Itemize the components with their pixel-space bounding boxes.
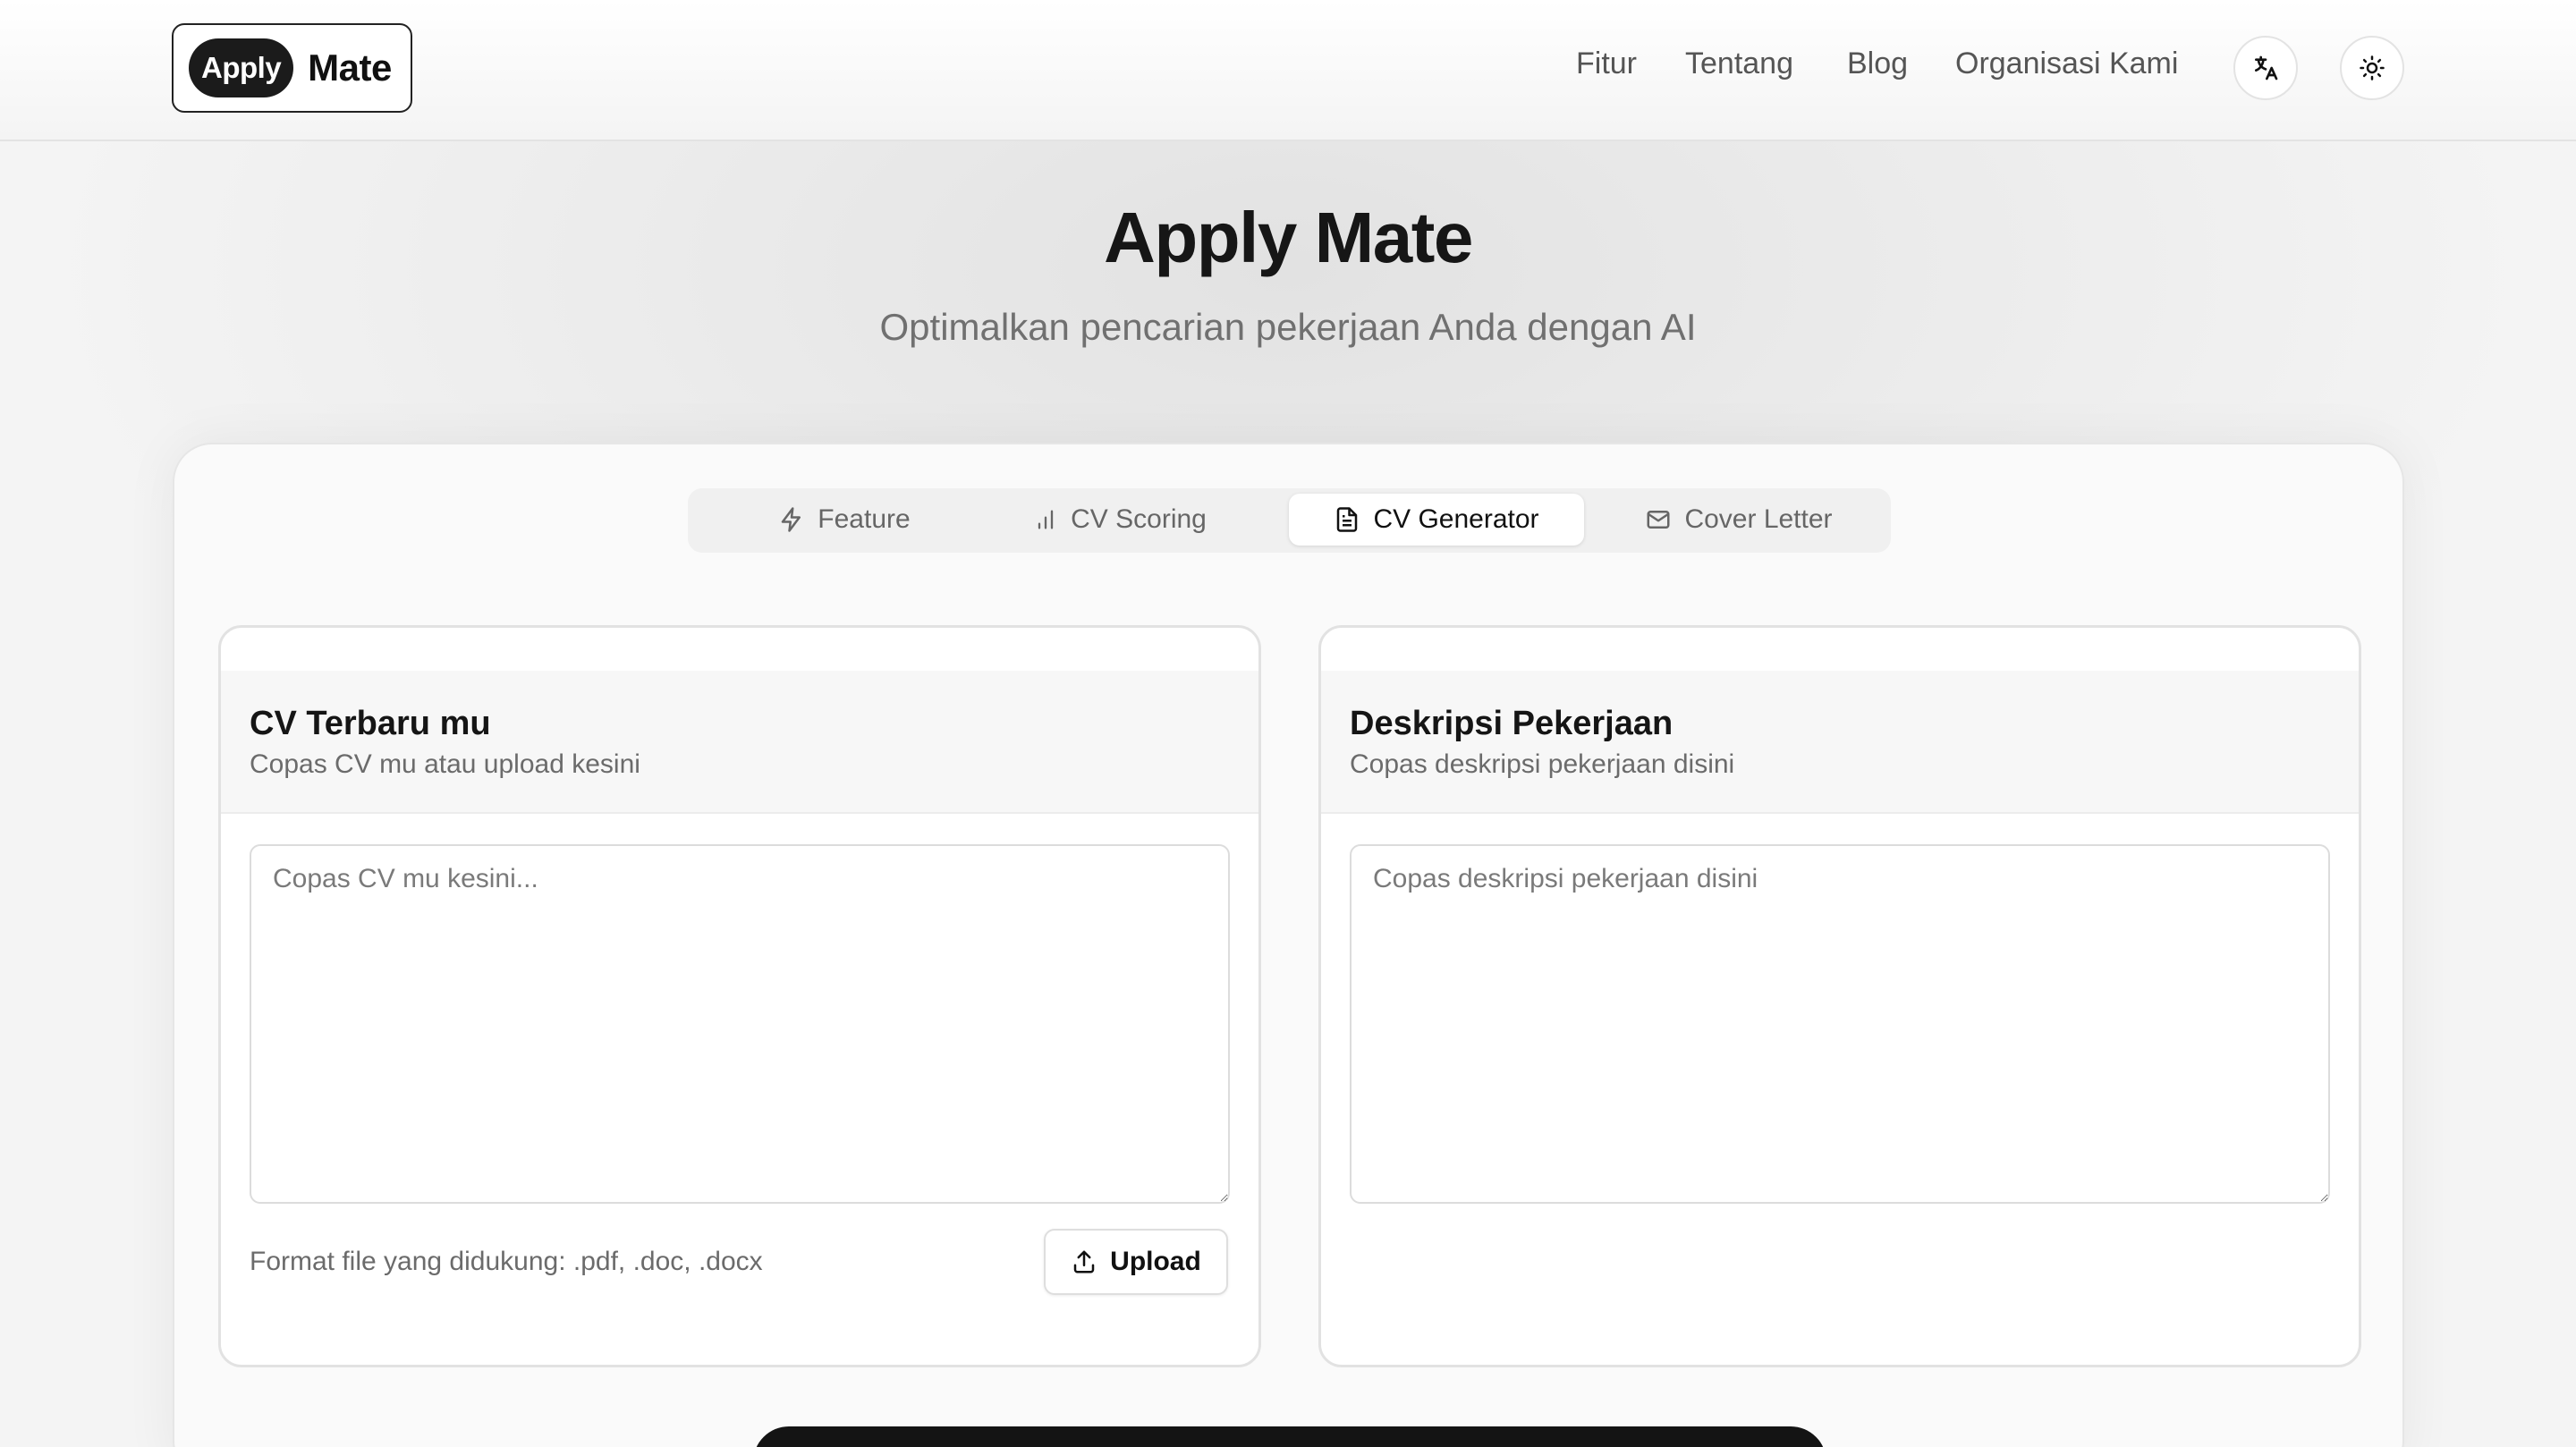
tab-label: Feature (818, 504, 911, 534)
tab-label: CV Generator (1373, 504, 1539, 534)
language-toggle-button[interactable] (2233, 36, 2298, 100)
tab-cv-generator[interactable]: CV Generator (1289, 494, 1584, 546)
logo-word: Mate (308, 47, 392, 89)
job-description-textarea[interactable] (1350, 844, 2330, 1204)
supported-formats-note: Format file yang didukung: .pdf, .doc, .… (250, 1247, 763, 1276)
upload-icon (1071, 1248, 1097, 1275)
cv-panel-description: Copas CV mu atau upload kesini (250, 749, 640, 779)
upload-label: Upload (1110, 1247, 1201, 1276)
document-icon (1334, 506, 1360, 533)
job-description-panel: Deskripsi Pekerjaan Copas deskripsi peke… (1318, 625, 2361, 1367)
nav-link-blog[interactable]: Blog (1847, 47, 1908, 81)
tab-bar: Feature CV Scoring CV Generator Cover Le… (688, 488, 1891, 553)
cv-panel: CV Terbaru mu Copas CV mu atau upload ke… (218, 625, 1261, 1367)
nav-link-tentang[interactable]: Tentang (1685, 47, 1793, 81)
page-subtitle: Optimalkan pencarian pekerjaan Anda deng… (879, 306, 1697, 348)
top-navbar: Apply Mate Fitur Tentang Blog Organisasi… (0, 0, 2576, 141)
tab-cv-scoring[interactable]: CV Scoring (1008, 494, 1232, 546)
translate-icon (2251, 54, 2280, 82)
tab-label: Cover Letter (1684, 504, 1833, 534)
main-card: Feature CV Scoring CV Generator Cover Le… (173, 443, 2404, 1447)
logo-pill: Apply (189, 38, 294, 97)
cv-textarea[interactable] (250, 844, 1230, 1204)
sun-icon (2359, 55, 2385, 81)
page-title: Apply Mate (1104, 198, 1473, 277)
brand-logo[interactable]: Apply Mate (172, 23, 412, 113)
nav-link-organisasi[interactable]: Organisasi Kami (1955, 47, 2178, 81)
upload-button[interactable]: Upload (1044, 1229, 1228, 1295)
tab-feature[interactable]: Feature (733, 494, 956, 546)
tab-cover-letter[interactable]: Cover Letter (1618, 494, 1860, 546)
bar-chart-icon (1033, 507, 1058, 532)
job-panel-description: Copas deskripsi pekerjaan disini (1350, 749, 1735, 779)
theme-toggle-button[interactable] (2340, 36, 2404, 100)
job-panel-title: Deskripsi Pekerjaan (1350, 705, 1674, 742)
mail-icon (1645, 506, 1672, 533)
tab-label: CV Scoring (1071, 504, 1207, 534)
lightning-icon (778, 506, 805, 533)
nav-link-fitur[interactable]: Fitur (1576, 47, 1637, 81)
cv-panel-title: CV Terbaru mu (250, 705, 491, 742)
generate-button[interactable] (753, 1426, 1826, 1447)
